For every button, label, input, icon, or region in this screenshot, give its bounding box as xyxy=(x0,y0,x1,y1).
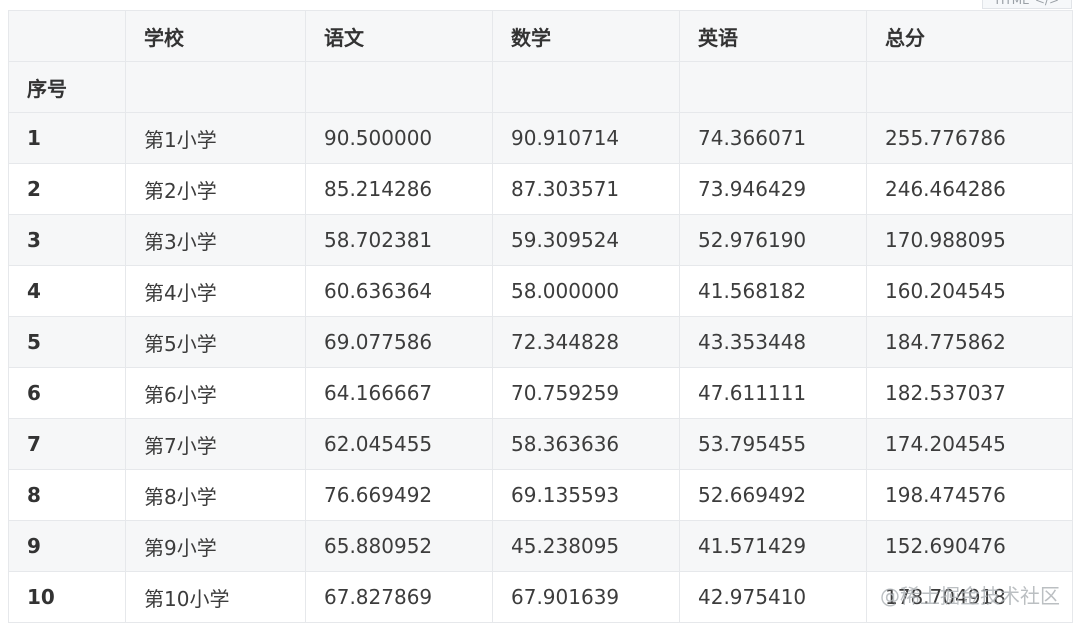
math-score-cell: 58.363636 xyxy=(492,418,680,470)
english-score-cell: 73.946429 xyxy=(679,163,867,215)
school-cell: 第6小学 xyxy=(125,367,306,419)
row-index: 4 xyxy=(8,265,126,317)
html-code-badge[interactable]: HTML </> xyxy=(982,0,1072,9)
school-cell: 第7小学 xyxy=(125,418,306,470)
row-index: 1 xyxy=(8,112,126,164)
table-row: 7 第7小学 62.045455 58.363636 53.795455 174… xyxy=(8,418,1073,470)
chinese-score-cell: 60.636364 xyxy=(305,265,493,317)
row-index: 2 xyxy=(8,163,126,215)
index-row-empty-cell xyxy=(679,61,867,113)
chinese-score-cell: 85.214286 xyxy=(305,163,493,215)
english-score-cell: 74.366071 xyxy=(679,112,867,164)
row-index: 9 xyxy=(8,520,126,572)
column-header-math: 数学 xyxy=(492,10,680,62)
school-cell: 第1小学 xyxy=(125,112,306,164)
row-index: 8 xyxy=(8,469,126,521)
page: HTML </> 学校 语文 数学 英语 总分 序号 1 第1小学 90.500… xyxy=(0,0,1080,623)
total-score-cell: 170.988095 xyxy=(866,214,1073,266)
chinese-score-cell: 90.500000 xyxy=(305,112,493,164)
table-row: 4 第4小学 60.636364 58.000000 41.568182 160… xyxy=(8,265,1073,317)
math-score-cell: 45.238095 xyxy=(492,520,680,572)
total-score-cell: 198.474576 xyxy=(866,469,1073,521)
total-score-cell: 184.775862 xyxy=(866,316,1073,368)
html-badge-label: HTML xyxy=(995,0,1029,7)
math-score-cell: 90.910714 xyxy=(492,112,680,164)
math-score-cell: 70.759259 xyxy=(492,367,680,419)
school-cell: 第3小学 xyxy=(125,214,306,266)
school-cell: 第2小学 xyxy=(125,163,306,215)
math-score-cell: 59.309524 xyxy=(492,214,680,266)
math-score-cell: 72.344828 xyxy=(492,316,680,368)
index-row-empty-cell xyxy=(125,61,306,113)
chinese-score-cell: 76.669492 xyxy=(305,469,493,521)
table-header-row: 学校 语文 数学 英语 总分 xyxy=(8,10,1073,62)
row-index: 7 xyxy=(8,418,126,470)
table-row: 5 第5小学 69.077586 72.344828 43.353448 184… xyxy=(8,316,1073,368)
total-score-cell: 178.704918 xyxy=(866,571,1073,623)
english-score-cell: 41.571429 xyxy=(679,520,867,572)
english-score-cell: 53.795455 xyxy=(679,418,867,470)
school-cell: 第9小学 xyxy=(125,520,306,572)
column-header-total: 总分 xyxy=(866,10,1073,62)
math-score-cell: 67.901639 xyxy=(492,571,680,623)
total-score-cell: 174.204545 xyxy=(866,418,1073,470)
chinese-score-cell: 64.166667 xyxy=(305,367,493,419)
english-score-cell: 52.976190 xyxy=(679,214,867,266)
chinese-score-cell: 65.880952 xyxy=(305,520,493,572)
column-header-chinese: 语文 xyxy=(305,10,493,62)
total-score-cell: 255.776786 xyxy=(866,112,1073,164)
school-cell: 第5小学 xyxy=(125,316,306,368)
row-index: 3 xyxy=(8,214,126,266)
row-index: 10 xyxy=(8,571,126,623)
total-score-cell: 246.464286 xyxy=(866,163,1073,215)
school-cell: 第10小学 xyxy=(125,571,306,623)
index-row-empty-cell xyxy=(305,61,493,113)
index-row-empty-cell xyxy=(492,61,680,113)
english-score-cell: 52.669492 xyxy=(679,469,867,521)
table-row: 9 第9小学 65.880952 45.238095 41.571429 152… xyxy=(8,520,1073,572)
row-index: 5 xyxy=(8,316,126,368)
chinese-score-cell: 69.077586 xyxy=(305,316,493,368)
index-name-header: 序号 xyxy=(8,61,126,113)
chinese-score-cell: 62.045455 xyxy=(305,418,493,470)
code-icon: </> xyxy=(1034,0,1059,7)
table-row: 8 第8小学 76.669492 69.135593 52.669492 198… xyxy=(8,469,1073,521)
english-score-cell: 47.611111 xyxy=(679,367,867,419)
english-score-cell: 43.353448 xyxy=(679,316,867,368)
math-score-cell: 58.000000 xyxy=(492,265,680,317)
school-cell: 第4小学 xyxy=(125,265,306,317)
table-row: 3 第3小学 58.702381 59.309524 52.976190 170… xyxy=(8,214,1073,266)
column-header-blank xyxy=(8,10,126,62)
table-row: 2 第2小学 85.214286 87.303571 73.946429 246… xyxy=(8,163,1073,215)
data-table: 学校 语文 数学 英语 总分 序号 1 第1小学 90.500000 90.91… xyxy=(8,10,1073,623)
total-score-cell: 152.690476 xyxy=(866,520,1073,572)
index-label-row: 序号 xyxy=(8,61,1073,113)
school-cell: 第8小学 xyxy=(125,469,306,521)
math-score-cell: 87.303571 xyxy=(492,163,680,215)
table-row: 1 第1小学 90.500000 90.910714 74.366071 255… xyxy=(8,112,1073,164)
index-row-empty-cell xyxy=(866,61,1073,113)
table-row: 6 第6小学 64.166667 70.759259 47.611111 182… xyxy=(8,367,1073,419)
chinese-score-cell: 67.827869 xyxy=(305,571,493,623)
english-score-cell: 42.975410 xyxy=(679,571,867,623)
math-score-cell: 69.135593 xyxy=(492,469,680,521)
column-header-school: 学校 xyxy=(125,10,306,62)
total-score-cell: 182.537037 xyxy=(866,367,1073,419)
english-score-cell: 41.568182 xyxy=(679,265,867,317)
chinese-score-cell: 58.702381 xyxy=(305,214,493,266)
row-index: 6 xyxy=(8,367,126,419)
column-header-english: 英语 xyxy=(679,10,867,62)
total-score-cell: 160.204545 xyxy=(866,265,1073,317)
table-row: 10 第10小学 67.827869 67.901639 42.975410 1… xyxy=(8,571,1073,623)
